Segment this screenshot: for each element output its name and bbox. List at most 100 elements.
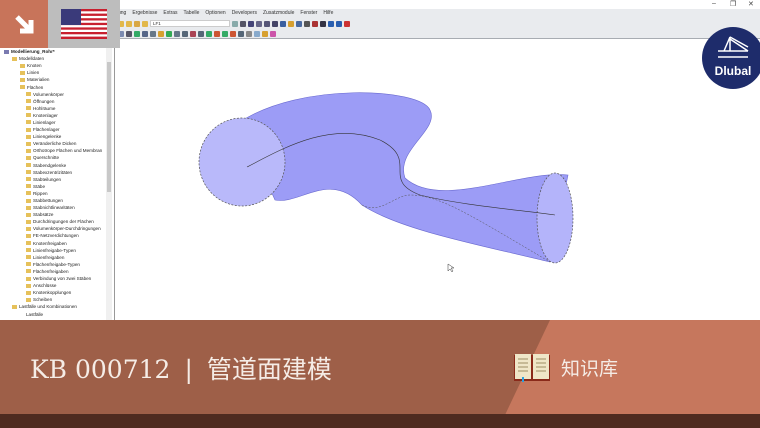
support-icon[interactable] bbox=[304, 20, 310, 27]
window-icon[interactable] bbox=[328, 20, 334, 27]
next-icon[interactable] bbox=[240, 20, 246, 27]
menu-tabelle[interactable]: Tabelle bbox=[184, 10, 200, 16]
tree-item[interactable]: Orthotrope Flächen und Membran bbox=[0, 147, 114, 154]
grid-icon[interactable] bbox=[272, 20, 278, 27]
menu-optionen[interactable]: Optionen bbox=[205, 10, 225, 16]
top-icon[interactable] bbox=[230, 30, 236, 37]
menu-extras[interactable]: Extras bbox=[163, 10, 177, 16]
tree-item[interactable]: Knotenkopplungen bbox=[0, 289, 114, 296]
tree-item[interactable]: Volumenkörper-Durchdringungen bbox=[0, 225, 114, 232]
tool-icon[interactable] bbox=[320, 20, 326, 27]
prev-icon[interactable] bbox=[232, 20, 238, 27]
node-icon[interactable] bbox=[126, 30, 132, 37]
tree-item[interactable]: Öffnungen bbox=[0, 98, 114, 105]
measure-icon[interactable] bbox=[190, 30, 196, 37]
load-case-icon[interactable] bbox=[142, 20, 148, 27]
folder-icon bbox=[26, 106, 31, 111]
tree-item[interactable]: Anschlüsse bbox=[0, 282, 114, 289]
load-icon[interactable] bbox=[174, 30, 180, 37]
arrow-down-right-icon bbox=[15, 15, 34, 34]
folder-icon bbox=[26, 255, 31, 260]
tree-item[interactable]: Liniengelenke bbox=[0, 133, 114, 140]
side-icon[interactable] bbox=[222, 30, 228, 37]
tree-item[interactable]: Stabendgelenke bbox=[0, 162, 114, 169]
save-icon[interactable] bbox=[134, 20, 140, 27]
solid-icon[interactable] bbox=[166, 30, 172, 37]
highlight-icon[interactable] bbox=[288, 20, 294, 27]
tree-item[interactable]: Knoten bbox=[0, 62, 114, 69]
front-icon[interactable] bbox=[214, 30, 220, 37]
3d-viewport[interactable] bbox=[116, 40, 760, 320]
tree-item[interactable]: Volumenkörper bbox=[0, 91, 114, 98]
palette-icon[interactable] bbox=[270, 30, 276, 37]
restore-button[interactable]: ❐ bbox=[730, 0, 736, 8]
folder-icon bbox=[26, 99, 31, 104]
delete-icon[interactable] bbox=[312, 20, 318, 27]
tree-item[interactable]: Linienfreigabe-Typen bbox=[0, 247, 114, 254]
member-icon[interactable] bbox=[150, 30, 156, 37]
tree-item[interactable]: Stabsätze bbox=[0, 211, 114, 218]
tree-item[interactable]: Linienfreigaben bbox=[0, 254, 114, 261]
load-case-select[interactable]: LF1 bbox=[150, 20, 230, 27]
results-icon[interactable] bbox=[248, 20, 254, 27]
folder-icon[interactable] bbox=[126, 20, 132, 27]
tree-group-lastfaelle[interactable]: Lastfälle und Kombinationen bbox=[0, 303, 114, 310]
window2-icon[interactable] bbox=[336, 20, 342, 27]
close-button[interactable]: ✕ bbox=[748, 0, 754, 8]
folder-icon bbox=[26, 120, 31, 125]
settings-icon[interactable] bbox=[246, 30, 252, 37]
marker-icon[interactable] bbox=[344, 20, 350, 27]
tree-item[interactable]: Querschnitte bbox=[0, 154, 114, 161]
tree-label: Stabendgelenke bbox=[33, 162, 67, 168]
tree-item[interactable]: Stabteilungen bbox=[0, 176, 114, 183]
check-icon[interactable] bbox=[134, 30, 140, 37]
tree-item[interactable]: Linien bbox=[0, 69, 114, 76]
tree-item[interactable]: Stabbettungen bbox=[0, 197, 114, 204]
tree-item[interactable]: Stabexzentrizitäten bbox=[0, 169, 114, 176]
tree-item[interactable]: Materialien bbox=[0, 76, 114, 83]
menu-developers[interactable]: Developers bbox=[232, 10, 257, 16]
model-icon[interactable] bbox=[296, 20, 302, 27]
menu-zusatzmodule[interactable]: Zusatzmodule bbox=[263, 10, 294, 16]
section-icon[interactable] bbox=[238, 30, 244, 37]
folder-icon bbox=[20, 70, 25, 75]
zoom-icon[interactable] bbox=[198, 30, 204, 37]
calc-icon[interactable] bbox=[182, 30, 188, 37]
line-icon[interactable] bbox=[142, 30, 148, 37]
view-icon[interactable] bbox=[256, 20, 262, 27]
tree-item[interactable]: Veränderliche Dicken bbox=[0, 140, 114, 147]
menu-hilfe[interactable]: Hilfe bbox=[323, 10, 333, 16]
render-icon[interactable] bbox=[264, 20, 270, 27]
tree-item[interactable]: Flächen bbox=[0, 83, 114, 90]
iso-icon[interactable] bbox=[206, 30, 212, 37]
tree-item-lastfaelle[interactable]: Lastfälle bbox=[0, 310, 114, 317]
folder-icon bbox=[26, 226, 31, 231]
tree-scroll-thumb[interactable] bbox=[107, 62, 111, 192]
tree-item[interactable]: Stabnichtlinearitäten bbox=[0, 204, 114, 211]
display-icon[interactable] bbox=[280, 20, 286, 27]
menu-ergebnisse[interactable]: Ergebnisse bbox=[132, 10, 157, 16]
color-icon[interactable] bbox=[262, 30, 268, 37]
tree-item[interactable]: Scheiben bbox=[0, 296, 114, 303]
tree-label: Scheiben bbox=[33, 297, 53, 303]
tree-item[interactable]: Flächenfreigaben bbox=[0, 268, 114, 275]
tree-group-modelldaten[interactable]: Modelldaten bbox=[0, 55, 114, 62]
tree-item[interactable]: Rippen bbox=[0, 190, 114, 197]
menu-fenster[interactable]: Fenster bbox=[300, 10, 317, 16]
tree-item[interactable]: FE-Netzverdichtungen bbox=[0, 232, 114, 239]
language-badge[interactable] bbox=[48, 0, 120, 48]
mesh-icon[interactable] bbox=[254, 30, 260, 37]
kb-number: KB 000712 bbox=[30, 355, 171, 384]
tree-item[interactable]: Hohlräume bbox=[0, 105, 114, 112]
tree-item[interactable]: Durchdringungen der Flächen bbox=[0, 218, 114, 225]
tree-item[interactable]: Verbindung von zwei Stäben bbox=[0, 275, 114, 282]
tree-item[interactable]: Linienlager bbox=[0, 119, 114, 126]
tree-item[interactable]: Knotenfreigaben bbox=[0, 240, 114, 247]
tree-item[interactable]: Stäbe bbox=[0, 183, 114, 190]
surface-icon[interactable] bbox=[158, 30, 164, 37]
tree-item[interactable]: Knotenlager bbox=[0, 112, 114, 119]
minimize-button[interactable]: – bbox=[712, 0, 716, 7]
tree-item[interactable]: Flächenlager bbox=[0, 126, 114, 133]
tree-root[interactable]: Modellierung_Rohr* bbox=[0, 48, 114, 55]
tree-item[interactable]: Flächenfreigabe-Typen bbox=[0, 261, 114, 268]
